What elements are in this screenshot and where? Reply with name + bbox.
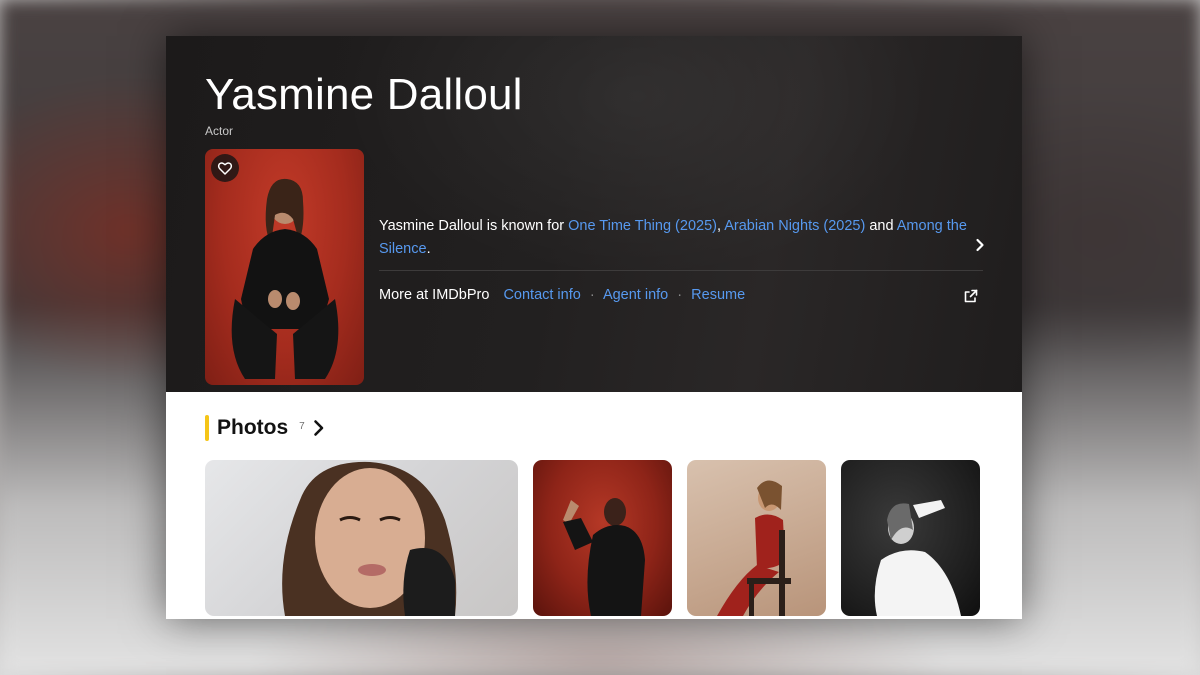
heart-icon bbox=[217, 162, 233, 175]
photo-thumbnail[interactable] bbox=[533, 460, 672, 616]
imdbpro-links-row: More at IMDbPro Contact info · Agent inf… bbox=[379, 287, 745, 303]
chevron-right-icon[interactable] bbox=[311, 418, 327, 438]
primary-photo[interactable] bbox=[205, 149, 364, 385]
chevron-right-icon[interactable] bbox=[972, 237, 988, 253]
imdbpro-label[interactable]: More at IMDbPro bbox=[379, 287, 489, 303]
known-for-link-one-time-thing[interactable]: One Time Thing (2025) bbox=[568, 218, 717, 234]
photos-count: 7 bbox=[299, 421, 305, 432]
known-for-summary: Yasmine Dalloul is known for One Time Th… bbox=[379, 215, 969, 261]
section-accent-bar bbox=[205, 415, 209, 441]
photo-actor-white-suit bbox=[874, 500, 961, 616]
photo-thumbnail[interactable] bbox=[841, 460, 980, 616]
photo-actor-seated bbox=[231, 178, 339, 379]
photo-thumbnail[interactable] bbox=[687, 460, 826, 616]
bio-comma: , bbox=[716, 218, 721, 234]
photo-actor-on-chair bbox=[717, 480, 791, 616]
photo-thumbnail[interactable] bbox=[205, 460, 518, 616]
imdb-name-page-card: Yasmine Dalloul Actor Yasmine Dalloul is… bbox=[166, 36, 1022, 619]
hero-section: Yasmine Dalloul Actor Yasmine Dalloul is… bbox=[166, 36, 1022, 392]
bio-period: . bbox=[426, 241, 431, 257]
agent-info-link[interactable]: Agent info bbox=[603, 287, 668, 303]
external-link-icon[interactable] bbox=[963, 288, 979, 304]
photo-actor-standing-red bbox=[563, 498, 645, 616]
photos-title[interactable]: Photos bbox=[217, 416, 288, 440]
photos-section-header[interactable]: Photos 7 bbox=[205, 415, 327, 441]
link-separator: · bbox=[589, 287, 595, 303]
divider bbox=[379, 270, 983, 271]
person-role: Actor bbox=[205, 124, 234, 138]
bio-and: and bbox=[869, 218, 894, 234]
photo-actor-closeup bbox=[282, 461, 457, 616]
add-to-favorites-button[interactable] bbox=[211, 154, 239, 182]
known-for-link-arabian-nights[interactable]: Arabian Nights (2025) bbox=[724, 218, 865, 234]
person-name: Yasmine Dalloul bbox=[205, 70, 523, 119]
contact-info-link[interactable]: Contact info bbox=[503, 287, 580, 303]
bio-prefix: Yasmine Dalloul is known for bbox=[379, 218, 565, 234]
link-separator: · bbox=[677, 287, 683, 303]
resume-link[interactable]: Resume bbox=[691, 287, 745, 303]
